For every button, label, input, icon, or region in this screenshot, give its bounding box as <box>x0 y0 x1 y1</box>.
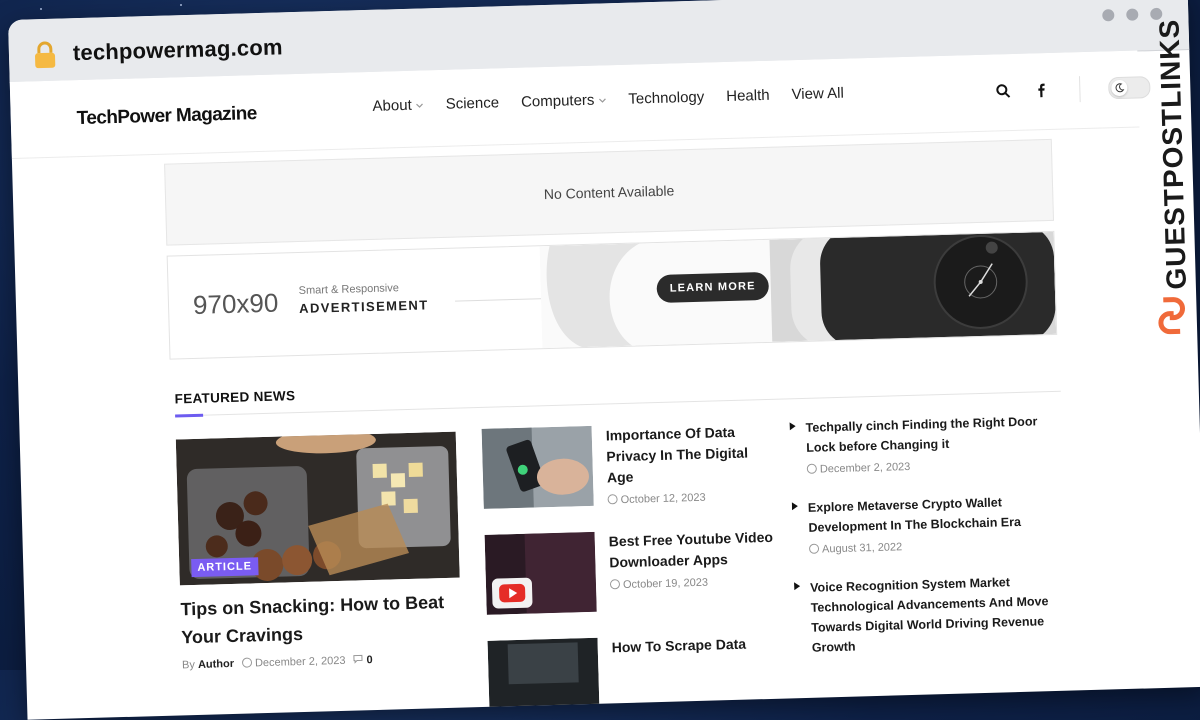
advertisement-banner[interactable]: 970x90 Smart & Responsive ADVERTISEMENT <box>166 230 1058 360</box>
article-title[interactable]: Importance Of Data Privacy In The Digita… <box>606 421 774 489</box>
nav-item-science[interactable]: Science <box>445 94 499 112</box>
clock-icon <box>241 657 253 668</box>
header-divider <box>1078 76 1081 103</box>
chevron-down-icon <box>416 103 424 108</box>
lock-icon <box>35 41 56 69</box>
article-date: October 19, 2023 <box>622 576 709 592</box>
featured-main-article[interactable]: ARTICLE Tips on Snacking: How to Beat Yo… <box>175 431 462 671</box>
nav-item-technology[interactable]: Technology <box>628 89 704 108</box>
featured-divider <box>175 390 1061 417</box>
chevron-down-icon <box>598 97 606 103</box>
clock-icon <box>808 543 820 554</box>
list-item[interactable]: Voice Recognition System Market Technolo… <box>792 571 1064 669</box>
phone-security-thumbnail[interactable] <box>481 425 594 509</box>
comment-icon <box>353 654 363 664</box>
guestpostlinks-banner: GUESTPOSTLINKS <box>1143 18 1200 352</box>
article-date: December 2, 2023 <box>254 654 346 670</box>
youtube-thumbnail[interactable] <box>484 531 597 615</box>
dark-mode-toggle[interactable] <box>1108 76 1151 100</box>
learn-more-button[interactable]: LEARN MORE <box>656 271 770 303</box>
guestpostlinks-text: GUESTPOSTLINKS <box>1153 18 1192 290</box>
main-nav: About Science Computers Technology Healt… <box>372 85 844 115</box>
nav-label: Technology <box>628 88 705 108</box>
article-title[interactable]: How To Scrape Data <box>611 634 747 659</box>
no-content-notice: No Content Available <box>164 138 1055 246</box>
header-actions <box>995 74 1151 104</box>
list-item[interactable]: Explore Metaverse Crypto Wallet Developm… <box>790 491 1062 579</box>
list-item[interactable]: Techpally cinch Finding the Right Door L… <box>787 411 1059 499</box>
site-logo[interactable]: TechPower Magazine <box>76 103 256 130</box>
window-dot-2[interactable] <box>1126 8 1139 21</box>
nav-label: Health <box>726 86 770 105</box>
author-link[interactable]: Author <box>198 658 234 671</box>
toggle-knob <box>1111 79 1128 97</box>
featured-news-heading: FEATURED NEWS <box>174 388 296 407</box>
nav-item-computers[interactable]: Computers <box>520 91 607 111</box>
smartwatch-image <box>539 231 1057 349</box>
scrape-data-thumbnail[interactable] <box>487 637 600 720</box>
nav-label: View All <box>791 84 845 104</box>
caret-right-icon <box>791 502 798 511</box>
ad-title: ADVERTISEMENT <box>298 297 429 316</box>
article-title[interactable]: Explore Metaverse Crypto Wallet Developm… <box>808 491 1061 538</box>
article-title[interactable]: Techpally cinch Finding the Right Door L… <box>805 411 1058 458</box>
link-logo-icon <box>1158 297 1185 335</box>
right-article-list: Techpally cinch Finding the Right Door L… <box>787 411 1064 668</box>
ad-subtitle: Smart & Responsive <box>298 282 400 297</box>
browser-window: techpowermag.com GUESTPOSTLINKS TechPowe… <box>8 0 1200 720</box>
list-item[interactable]: Best Free Youtube Video Downloader Apps … <box>484 527 778 641</box>
list-item[interactable]: How To Scrape Data <box>487 633 781 720</box>
nav-label: Computers <box>520 91 595 111</box>
article-date: October 12, 2023 <box>620 491 706 507</box>
nav-item-about[interactable]: About <box>372 96 424 115</box>
main-article-title[interactable]: Tips on Snacking: How to Beat Your Cravi… <box>180 588 461 652</box>
moon-icon <box>1115 83 1125 93</box>
article-badge[interactable]: ARTICLE <box>191 557 259 578</box>
article-date: December 2, 2023 <box>819 460 911 476</box>
facebook-icon[interactable] <box>1033 82 1049 98</box>
caret-right-icon <box>789 422 796 431</box>
comment-count[interactable]: 0 <box>366 654 372 666</box>
nav-label: Science <box>445 94 500 113</box>
clock-icon <box>806 463 817 474</box>
article-date: August 31, 2022 <box>821 541 903 556</box>
article-title[interactable]: Voice Recognition System Market Technolo… <box>810 571 1064 658</box>
nav-label: About <box>372 96 412 115</box>
clock-icon <box>609 579 621 590</box>
main-article-meta: By Author December 2, 2023 0 <box>182 652 462 671</box>
middle-article-list: Importance Of Data Privacy In The Digita… <box>481 421 781 720</box>
ad-size-label: 970x90 <box>192 287 279 320</box>
search-icon[interactable] <box>995 83 1011 99</box>
article-title[interactable]: Best Free Youtube Video Downloader Apps <box>609 527 776 574</box>
caret-right-icon <box>794 582 801 591</box>
window-dot-1[interactable] <box>1102 9 1115 22</box>
nav-item-view-all[interactable]: View All <box>791 85 844 103</box>
address-bar-url[interactable]: techpowermag.com <box>73 34 283 66</box>
nav-item-health[interactable]: Health <box>726 87 770 105</box>
featured-accent-bar <box>175 413 204 418</box>
clock-icon <box>607 494 618 505</box>
list-item[interactable]: Importance Of Data Privacy In The Digita… <box>481 421 775 535</box>
no-content-text: No Content Available <box>543 182 675 203</box>
